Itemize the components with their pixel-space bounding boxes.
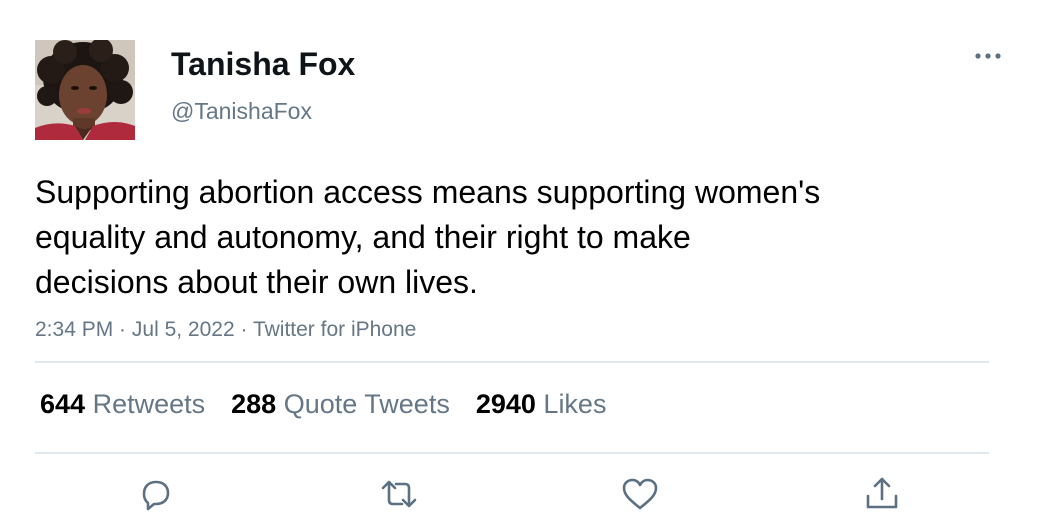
tweet-time[interactable]: 2:34 PM	[35, 318, 113, 341]
tweet-stats: 644 Retweets 288 Quote Tweets 2940 Likes	[40, 385, 632, 423]
more-options-icon[interactable]	[972, 44, 1004, 68]
likes-label: Likes	[543, 389, 607, 419]
share-icon	[866, 477, 898, 509]
tweet-metadata: 2:34 PM · Jul 5, 2022 · Twitter for iPho…	[35, 315, 416, 345]
divider	[35, 361, 989, 363]
tweet-actions-bar	[0, 474, 1050, 518]
retweets-count: 644	[40, 389, 86, 419]
retweets-label: Retweets	[92, 389, 206, 419]
likes-stat[interactable]: 2940 Likes	[476, 385, 607, 423]
display-name[interactable]: Tanisha Fox	[171, 44, 355, 84]
quote-tweets-count: 288	[231, 389, 277, 419]
user-handle[interactable]: @TanishaFox	[171, 96, 312, 126]
share-button[interactable]	[862, 474, 902, 514]
divider	[35, 452, 989, 454]
like-button[interactable]	[620, 474, 660, 514]
tweet-date[interactable]: Jul 5, 2022	[132, 318, 235, 341]
tweet-source[interactable]: Twitter for iPhone	[253, 318, 416, 341]
reply-icon	[142, 480, 170, 511]
retweet-icon	[381, 480, 417, 508]
tweet-text: Supporting abortion access means support…	[35, 174, 821, 300]
reply-button[interactable]	[136, 474, 176, 514]
heart-icon	[622, 478, 658, 510]
meta-separator: ·	[234, 318, 253, 341]
quote-tweets-label: Quote Tweets	[283, 389, 450, 419]
meta-separator: ·	[113, 318, 132, 341]
quote-tweets-stat[interactable]: 288 Quote Tweets	[231, 385, 450, 423]
retweet-button[interactable]	[379, 474, 419, 514]
likes-count: 2940	[475, 389, 536, 419]
retweets-stat[interactable]: 644 Retweets	[40, 385, 205, 423]
avatar[interactable]	[35, 40, 135, 140]
tweet-card: Tanisha Fox @TanishaFox Supporting abort…	[0, 0, 1050, 525]
profile-photo-icon	[35, 40, 135, 140]
